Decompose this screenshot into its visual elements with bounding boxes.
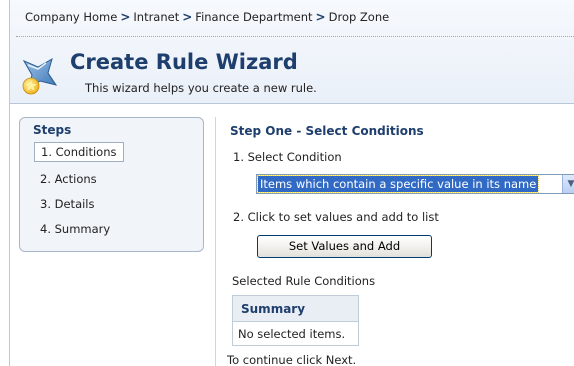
select-condition-label: 1. Select Condition	[233, 150, 342, 164]
selected-conditions-table: Summary No selected items.	[232, 295, 359, 346]
condition-select[interactable]: Items which contain a specific value in …	[256, 174, 574, 194]
breadcrumb-separator: >	[120, 10, 131, 24]
continue-instruction: To continue click Next.	[227, 353, 357, 366]
condition-select-value: Items which contain a specific value in …	[256, 175, 540, 193]
breadcrumb-separator: >	[315, 10, 326, 24]
step-item-actions[interactable]: 2. Actions	[34, 170, 103, 188]
step-item-summary[interactable]: 4. Summary	[34, 220, 116, 238]
breadcrumb-item-drop-zone[interactable]: Drop Zone	[329, 10, 390, 24]
table-row: No selected items.	[232, 321, 359, 346]
breadcrumb-item-company-home[interactable]: Company Home	[25, 10, 117, 24]
steps-panel: Steps 1. Conditions 2. Actions 3. Detail…	[19, 117, 204, 252]
set-values-label: 2. Click to set values and add to list	[233, 210, 439, 224]
steps-heading: Steps	[33, 123, 72, 137]
step-title: Step One - Select Conditions	[230, 124, 424, 138]
table-empty-message: No selected items.	[232, 321, 359, 346]
wizard-icon	[22, 57, 58, 95]
breadcrumb: Company Home > Intranet > Finance Department…	[25, 10, 389, 24]
main-content: Step One - Select Conditions 1. Select C…	[215, 117, 574, 366]
set-values-and-add-button[interactable]: Set Values and Add	[257, 235, 432, 258]
selected-conditions-label: Selected Rule Conditions	[232, 274, 376, 288]
table-header-summary: Summary	[232, 295, 359, 322]
breadcrumb-separator: >	[182, 10, 193, 24]
step-item-details[interactable]: 3. Details	[34, 195, 101, 213]
page-description: This wizard helps you create a new rule.	[85, 81, 317, 95]
chevron-down-icon[interactable]: ▼	[562, 175, 574, 193]
step-item-conditions[interactable]: 1. Conditions	[34, 142, 124, 162]
header-divider	[16, 36, 574, 37]
page-title: Create Rule Wizard	[70, 50, 298, 74]
breadcrumb-item-finance-department[interactable]: Finance Department	[195, 10, 312, 24]
breadcrumb-item-intranet[interactable]: Intranet	[133, 10, 179, 24]
